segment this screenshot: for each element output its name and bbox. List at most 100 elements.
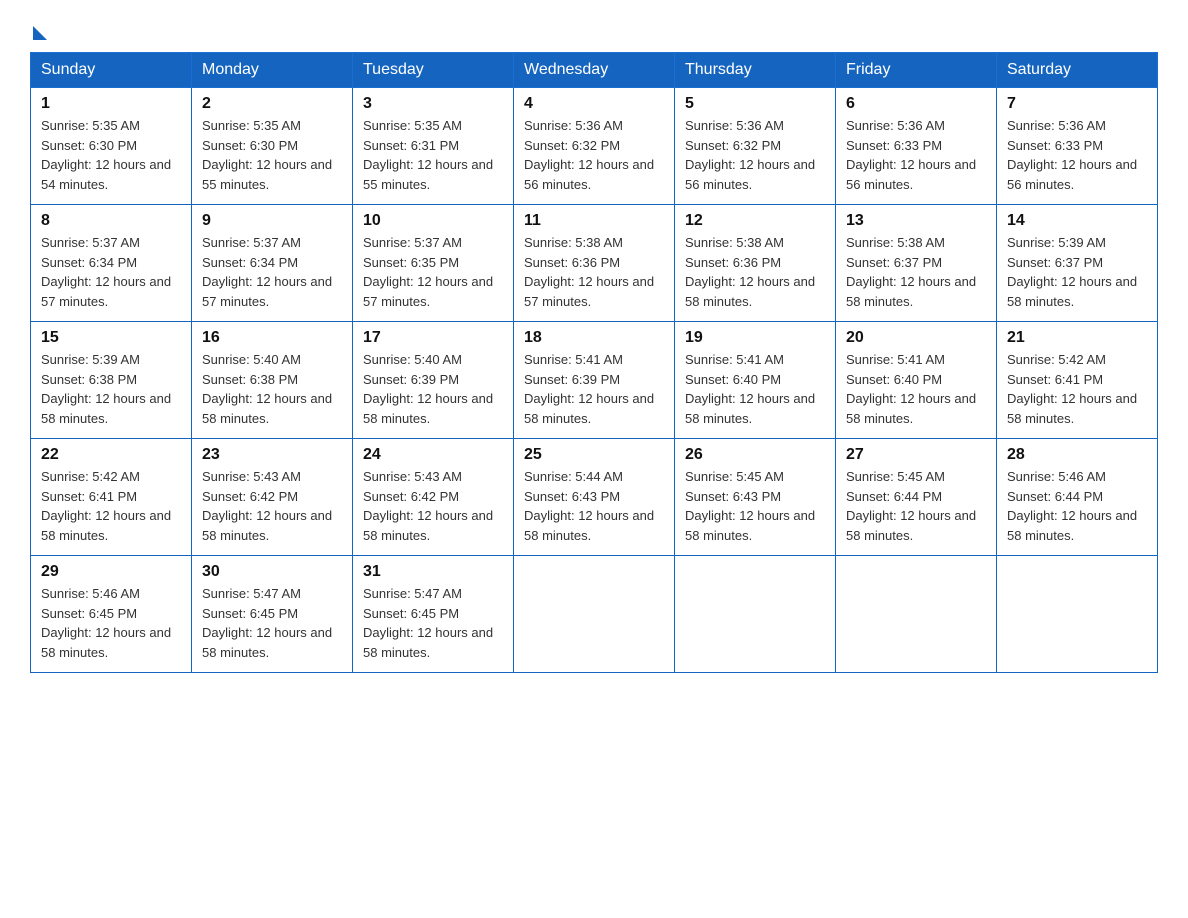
day-info: Sunrise: 5:43 AMSunset: 6:42 PMDaylight:… — [363, 467, 503, 545]
day-info: Sunrise: 5:38 AMSunset: 6:36 PMDaylight:… — [685, 233, 825, 311]
calendar-table: SundayMondayTuesdayWednesdayThursdayFrid… — [30, 52, 1158, 673]
day-info: Sunrise: 5:37 AMSunset: 6:34 PMDaylight:… — [41, 233, 181, 311]
day-info: Sunrise: 5:46 AMSunset: 6:44 PMDaylight:… — [1007, 467, 1147, 545]
calendar-cell: 12 Sunrise: 5:38 AMSunset: 6:36 PMDayligh… — [675, 205, 836, 322]
calendar-cell: 25 Sunrise: 5:44 AMSunset: 6:43 PMDayligh… — [514, 439, 675, 556]
calendar-cell — [675, 556, 836, 673]
calendar-cell: 10 Sunrise: 5:37 AMSunset: 6:35 PMDayligh… — [353, 205, 514, 322]
calendar-cell — [514, 556, 675, 673]
day-info: Sunrise: 5:36 AMSunset: 6:33 PMDaylight:… — [846, 116, 986, 194]
day-number: 17 — [363, 329, 503, 347]
week-row-1: 1Sunrise: 5:35 AMSunset: 6:30 PMDaylight… — [31, 88, 1158, 205]
calendar-cell: 8 Sunrise: 5:37 AMSunset: 6:34 PMDaylight… — [31, 205, 192, 322]
calendar-cell: 11 Sunrise: 5:38 AMSunset: 6:36 PMDayligh… — [514, 205, 675, 322]
calendar-cell: 3 Sunrise: 5:35 AMSunset: 6:31 PMDaylight… — [353, 88, 514, 205]
week-row-5: 29 Sunrise: 5:46 AMSunset: 6:45 PMDayligh… — [31, 556, 1158, 673]
day-info: Sunrise: 5:41 AMSunset: 6:40 PMDaylight:… — [685, 350, 825, 428]
day-number: 2 — [202, 95, 342, 113]
day-info: Sunrise: 5:39 AMSunset: 6:38 PMDaylight:… — [41, 350, 181, 428]
calendar-cell: 29 Sunrise: 5:46 AMSunset: 6:45 PMDayligh… — [31, 556, 192, 673]
day-info: Sunrise: 5:36 AMSunset: 6:32 PMDaylight:… — [685, 116, 825, 194]
calendar-cell: 24 Sunrise: 5:43 AMSunset: 6:42 PMDayligh… — [353, 439, 514, 556]
day-number: 28 — [1007, 446, 1147, 464]
calendar-cell — [836, 556, 997, 673]
day-info: Sunrise: 5:40 AMSunset: 6:39 PMDaylight:… — [363, 350, 503, 428]
day-info: Sunrise: 5:41 AMSunset: 6:40 PMDaylight:… — [846, 350, 986, 428]
day-info: Sunrise: 5:45 AMSunset: 6:44 PMDaylight:… — [846, 467, 986, 545]
week-row-2: 8 Sunrise: 5:37 AMSunset: 6:34 PMDaylight… — [31, 205, 1158, 322]
calendar-cell: 4 Sunrise: 5:36 AMSunset: 6:32 PMDaylight… — [514, 88, 675, 205]
day-number: 10 — [363, 212, 503, 230]
calendar-cell: 2 Sunrise: 5:35 AMSunset: 6:30 PMDaylight… — [192, 88, 353, 205]
calendar-cell: 28 Sunrise: 5:46 AMSunset: 6:44 PMDayligh… — [997, 439, 1158, 556]
day-number: 19 — [685, 329, 825, 347]
day-info: Sunrise: 5:38 AMSunset: 6:37 PMDaylight:… — [846, 233, 986, 311]
weekday-header-saturday: Saturday — [997, 53, 1158, 88]
day-info: Sunrise: 5:39 AMSunset: 6:37 PMDaylight:… — [1007, 233, 1147, 311]
day-info: Sunrise: 5:45 AMSunset: 6:43 PMDaylight:… — [685, 467, 825, 545]
calendar-cell: 6 Sunrise: 5:36 AMSunset: 6:33 PMDaylight… — [836, 88, 997, 205]
day-number: 15 — [41, 329, 181, 347]
day-info: Sunrise: 5:37 AMSunset: 6:35 PMDaylight:… — [363, 233, 503, 311]
day-number: 5 — [685, 95, 825, 113]
day-number: 8 — [41, 212, 181, 230]
day-info: Sunrise: 5:38 AMSunset: 6:36 PMDaylight:… — [524, 233, 664, 311]
calendar-cell: 15 Sunrise: 5:39 AMSunset: 6:38 PMDayligh… — [31, 322, 192, 439]
day-info: Sunrise: 5:36 AMSunset: 6:32 PMDaylight:… — [524, 116, 664, 194]
day-number: 24 — [363, 446, 503, 464]
day-info: Sunrise: 5:35 AMSunset: 6:31 PMDaylight:… — [363, 116, 503, 194]
calendar-cell: 26Sunrise: 5:45 AMSunset: 6:43 PMDayligh… — [675, 439, 836, 556]
calendar-cell — [997, 556, 1158, 673]
calendar-cell: 7Sunrise: 5:36 AMSunset: 6:33 PMDaylight… — [997, 88, 1158, 205]
day-number: 3 — [363, 95, 503, 113]
day-info: Sunrise: 5:40 AMSunset: 6:38 PMDaylight:… — [202, 350, 342, 428]
logo — [30, 20, 47, 34]
day-number: 22 — [41, 446, 181, 464]
calendar-cell: 20Sunrise: 5:41 AMSunset: 6:40 PMDayligh… — [836, 322, 997, 439]
day-number: 13 — [846, 212, 986, 230]
calendar-cell: 19 Sunrise: 5:41 AMSunset: 6:40 PMDayligh… — [675, 322, 836, 439]
calendar-cell: 16 Sunrise: 5:40 AMSunset: 6:38 PMDayligh… — [192, 322, 353, 439]
day-info: Sunrise: 5:35 AMSunset: 6:30 PMDaylight:… — [41, 116, 181, 194]
calendar-cell: 5 Sunrise: 5:36 AMSunset: 6:32 PMDaylight… — [675, 88, 836, 205]
week-row-4: 22 Sunrise: 5:42 AMSunset: 6:41 PMDayligh… — [31, 439, 1158, 556]
calendar-cell: 22 Sunrise: 5:42 AMSunset: 6:41 PMDayligh… — [31, 439, 192, 556]
day-info: Sunrise: 5:47 AMSunset: 6:45 PMDaylight:… — [202, 584, 342, 662]
day-number: 9 — [202, 212, 342, 230]
day-number: 11 — [524, 212, 664, 230]
calendar-cell: 23 Sunrise: 5:43 AMSunset: 6:42 PMDayligh… — [192, 439, 353, 556]
weekday-header-wednesday: Wednesday — [514, 53, 675, 88]
day-info: Sunrise: 5:43 AMSunset: 6:42 PMDaylight:… — [202, 467, 342, 545]
day-info: Sunrise: 5:42 AMSunset: 6:41 PMDaylight:… — [41, 467, 181, 545]
calendar-cell: 21 Sunrise: 5:42 AMSunset: 6:41 PMDayligh… — [997, 322, 1158, 439]
day-number: 23 — [202, 446, 342, 464]
day-info: Sunrise: 5:42 AMSunset: 6:41 PMDaylight:… — [1007, 350, 1147, 428]
calendar-cell: 17 Sunrise: 5:40 AMSunset: 6:39 PMDayligh… — [353, 322, 514, 439]
calendar-cell: 13 Sunrise: 5:38 AMSunset: 6:37 PMDayligh… — [836, 205, 997, 322]
day-number: 14 — [1007, 212, 1147, 230]
weekday-header-sunday: Sunday — [31, 53, 192, 88]
day-number: 16 — [202, 329, 342, 347]
day-number: 27 — [846, 446, 986, 464]
day-number: 18 — [524, 329, 664, 347]
day-number: 21 — [1007, 329, 1147, 347]
logo-triangle-icon — [33, 26, 47, 40]
week-row-3: 15 Sunrise: 5:39 AMSunset: 6:38 PMDayligh… — [31, 322, 1158, 439]
page-header — [30, 20, 1158, 34]
calendar-cell: 18 Sunrise: 5:41 AMSunset: 6:39 PMDayligh… — [514, 322, 675, 439]
calendar-cell: 1Sunrise: 5:35 AMSunset: 6:30 PMDaylight… — [31, 88, 192, 205]
calendar-cell: 27 Sunrise: 5:45 AMSunset: 6:44 PMDayligh… — [836, 439, 997, 556]
day-number: 6 — [846, 95, 986, 113]
day-info: Sunrise: 5:44 AMSunset: 6:43 PMDaylight:… — [524, 467, 664, 545]
day-number: 25 — [524, 446, 664, 464]
day-info: Sunrise: 5:47 AMSunset: 6:45 PMDaylight:… — [363, 584, 503, 662]
day-info: Sunrise: 5:35 AMSunset: 6:30 PMDaylight:… — [202, 116, 342, 194]
day-number: 29 — [41, 563, 181, 581]
day-info: Sunrise: 5:41 AMSunset: 6:39 PMDaylight:… — [524, 350, 664, 428]
weekday-header-friday: Friday — [836, 53, 997, 88]
day-info: Sunrise: 5:46 AMSunset: 6:45 PMDaylight:… — [41, 584, 181, 662]
weekday-header-monday: Monday — [192, 53, 353, 88]
day-number: 12 — [685, 212, 825, 230]
day-number: 4 — [524, 95, 664, 113]
calendar-cell: 14 Sunrise: 5:39 AMSunset: 6:37 PMDayligh… — [997, 205, 1158, 322]
